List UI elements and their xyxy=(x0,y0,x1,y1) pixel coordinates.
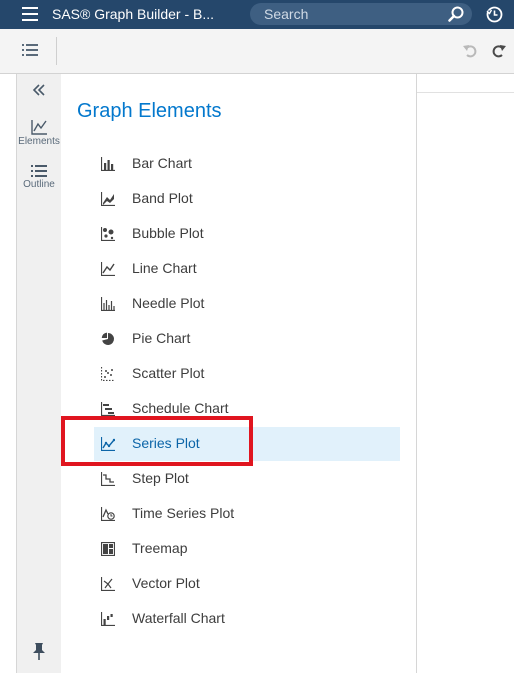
panel-title: Graph Elements xyxy=(77,100,222,122)
element-label: Bubble Plot xyxy=(132,225,204,241)
time-series-plot-icon xyxy=(101,507,115,521)
undo-icon[interactable] xyxy=(463,43,478,58)
element-waterfall-chart[interactable]: Waterfall Chart xyxy=(94,602,400,636)
side-rail: Elements Outline xyxy=(16,74,62,673)
rail-outline-label: Outline xyxy=(23,179,55,190)
rail-outline-button[interactable]: Outline xyxy=(17,164,61,204)
hamburger-menu-icon[interactable] xyxy=(22,7,38,21)
vector-plot-icon xyxy=(101,577,115,591)
element-label: Scatter Plot xyxy=(132,365,205,381)
bubble-plot-icon xyxy=(101,227,115,241)
element-label: Treemap xyxy=(132,540,188,556)
element-label: Step Plot xyxy=(132,470,189,486)
bar-chart-icon xyxy=(101,157,115,171)
band-plot-icon xyxy=(101,192,115,206)
element-label: Bar Chart xyxy=(132,155,192,171)
step-plot-icon xyxy=(101,472,115,486)
element-label: Time Series Plot xyxy=(132,505,235,521)
title-bar: SAS® Graph Builder - B... xyxy=(0,0,514,29)
element-label: Vector Plot xyxy=(132,575,200,591)
rail-elements-button[interactable]: Elements xyxy=(17,119,61,159)
element-schedule-chart[interactable]: Schedule Chart xyxy=(94,392,400,426)
line-chart-icon xyxy=(101,262,115,276)
element-pie-chart[interactable]: Pie Chart xyxy=(94,322,400,356)
search-icon[interactable] xyxy=(448,6,464,22)
series-plot-icon xyxy=(101,437,115,451)
element-step-plot[interactable]: Step Plot xyxy=(94,462,400,496)
pin-icon[interactable] xyxy=(31,642,47,660)
scatter-plot-icon xyxy=(101,367,115,381)
element-scatter-plot[interactable]: Scatter Plot xyxy=(94,357,400,391)
needle-plot-icon xyxy=(101,297,115,311)
list-view-icon[interactable] xyxy=(22,43,38,57)
element-label: Band Plot xyxy=(132,190,193,206)
element-vector-plot[interactable]: Vector Plot xyxy=(94,567,400,601)
element-label: Waterfall Chart xyxy=(132,610,225,626)
graph-canvas[interactable] xyxy=(417,74,514,673)
element-needle-plot[interactable]: Needle Plot xyxy=(94,287,400,321)
line-chart-icon xyxy=(30,120,47,135)
element-series-plot[interactable]: Series Plot xyxy=(94,427,400,461)
element-bubble-plot[interactable]: Bubble Plot xyxy=(94,217,400,251)
pie-chart-icon xyxy=(101,332,115,345)
treemap-icon xyxy=(101,542,115,556)
app-title: SAS® Graph Builder - B... xyxy=(52,6,215,22)
history-icon[interactable] xyxy=(486,6,503,23)
element-time-series-plot[interactable]: Time Series Plot xyxy=(94,497,400,531)
element-label: Pie Chart xyxy=(132,330,191,346)
element-band-plot[interactable]: Band Plot xyxy=(94,182,400,216)
element-label: Line Chart xyxy=(132,260,197,276)
element-treemap[interactable]: Treemap xyxy=(94,532,400,566)
element-label: Series Plot xyxy=(132,435,200,451)
toolbar-divider xyxy=(56,37,57,65)
element-line-chart[interactable]: Line Chart xyxy=(94,252,400,286)
element-label: Needle Plot xyxy=(132,295,205,311)
waterfall-chart-icon xyxy=(101,612,115,626)
search-box xyxy=(250,3,472,25)
rail-elements-label: Elements xyxy=(18,136,60,147)
collapse-icon[interactable] xyxy=(32,84,46,96)
toolbar xyxy=(0,29,514,74)
element-label: Schedule Chart xyxy=(132,400,229,416)
redo-icon[interactable] xyxy=(491,43,506,58)
element-bar-chart[interactable]: Bar Chart xyxy=(94,147,400,181)
canvas-divider xyxy=(417,92,514,93)
list-icon xyxy=(31,165,47,177)
search-input[interactable] xyxy=(264,5,444,23)
schedule-chart-icon xyxy=(101,402,115,416)
graph-elements-panel: Graph Elements Bar Chart Band Plot Bubbl… xyxy=(61,74,417,673)
